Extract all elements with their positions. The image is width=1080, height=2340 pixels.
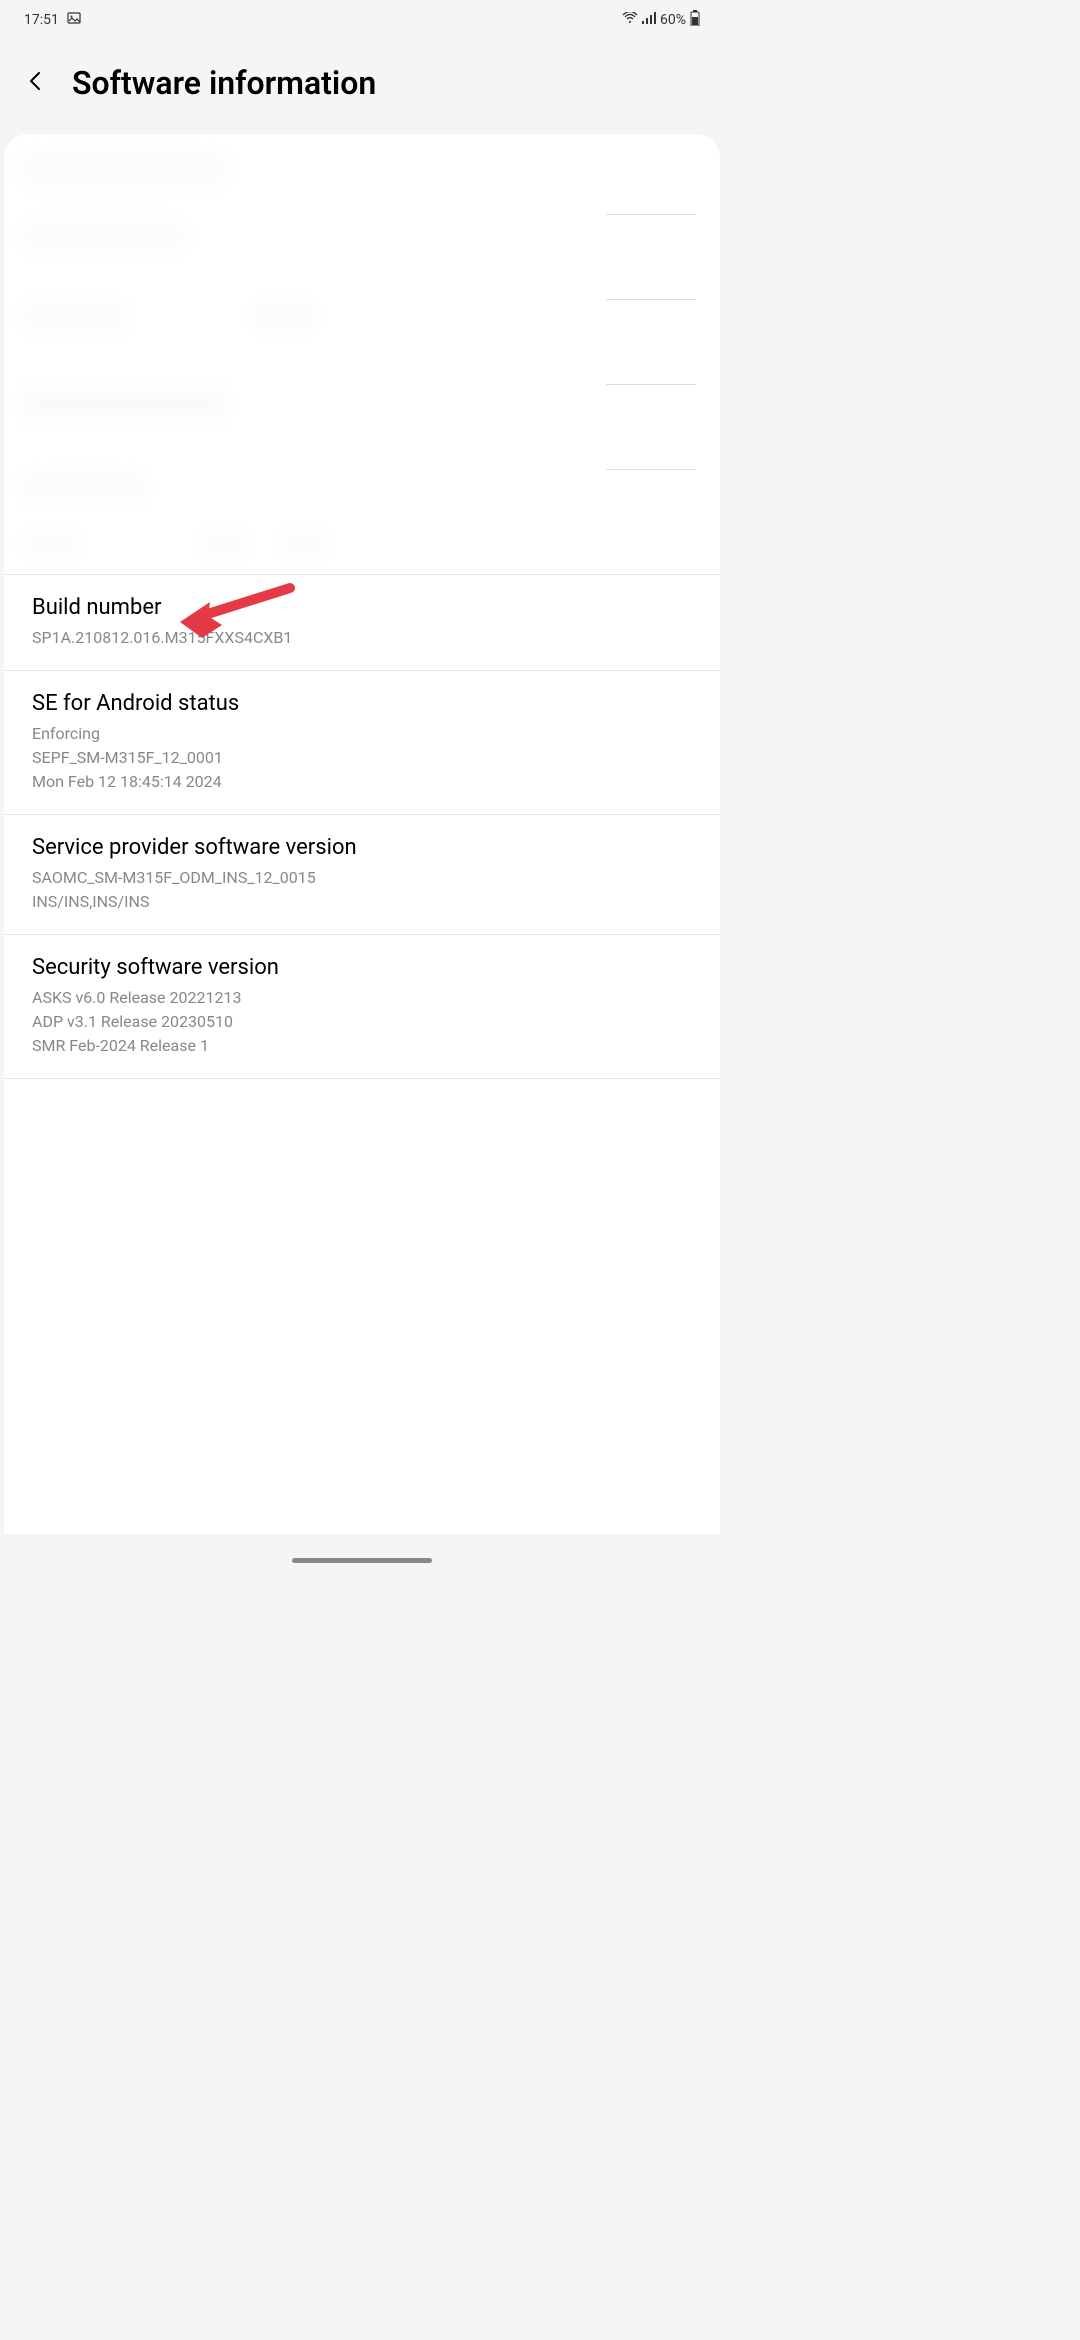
status-time: 17:51 [24, 12, 59, 28]
wifi-icon [622, 12, 638, 28]
build-number-title: Build number [32, 595, 692, 620]
security-software-value: ASKS v6.0 Release 20221213 ADP v3.1 Rele… [32, 986, 692, 1058]
security-software-title: Security software version [32, 955, 692, 980]
home-indicator[interactable] [292, 1558, 432, 1563]
page-title: Software information [72, 64, 376, 102]
signal-icon [642, 12, 656, 28]
list-item-build-number[interactable]: Build number SP1A.210812.016.M315FXXS4CX… [4, 574, 720, 670]
se-android-value: Enforcing SEPF_SM-M315F_12_0001 Mon Feb … [32, 722, 692, 794]
service-provider-value: SAOMC_SM-M315F_ODM_INS_12_0015 INS/INS,I… [32, 866, 692, 914]
status-bar: 17:51 60% [0, 0, 724, 40]
back-icon[interactable] [24, 69, 48, 97]
list-item-se-android[interactable]: SE for Android status Enforcing SEPF_SM-… [4, 670, 720, 814]
blurred-redacted-section [4, 134, 720, 574]
list-item-service-provider[interactable]: Service provider software version SAOMC_… [4, 814, 720, 934]
arrow-annotation [180, 580, 300, 644]
content-card: Build number SP1A.210812.016.M315FXXS4CX… [4, 134, 720, 1534]
se-android-title: SE for Android status [32, 691, 692, 716]
header: Software information [0, 40, 724, 134]
build-number-value: SP1A.210812.016.M315FXXS4CXB1 [32, 626, 692, 650]
battery-icon [690, 10, 700, 30]
list-item-security-software[interactable]: Security software version ASKS v6.0 Rele… [4, 934, 720, 1078]
battery-percent: 60% [660, 12, 686, 28]
status-right: 60% [622, 10, 700, 30]
status-left: 17:51 [24, 11, 81, 29]
gallery-icon [67, 11, 81, 29]
service-provider-title: Service provider software version [32, 835, 692, 860]
